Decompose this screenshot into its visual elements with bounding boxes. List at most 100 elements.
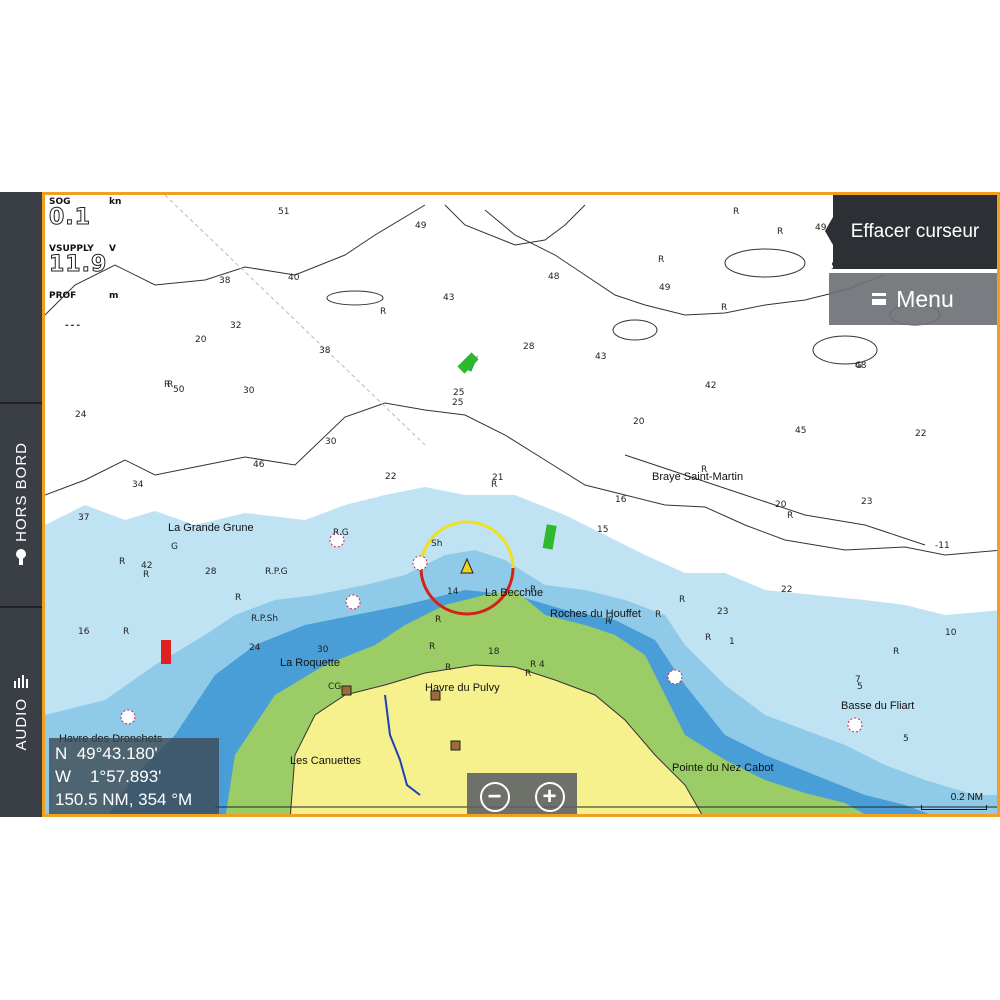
depth-sounding: R: [893, 647, 900, 657]
depth-sounding: R: [705, 633, 712, 643]
depth-sounding: 34: [132, 480, 144, 490]
depth-sounding: 5: [903, 734, 909, 744]
depth-sounding: R: [530, 660, 537, 670]
depth-sounding: 16: [78, 627, 90, 637]
depth-sounding: 30: [243, 386, 255, 396]
outboard-motor-icon: [16, 548, 26, 565]
tab-hors-bord[interactable]: HORS BORD: [0, 404, 42, 604]
chart-symbol-label: G: [171, 542, 178, 552]
depth-sounding: R: [525, 669, 532, 679]
chart-symbol-label: R.P.G: [265, 567, 288, 577]
depth-sounding: 43: [443, 293, 455, 303]
sog-readout: SOG kn 0.1: [49, 197, 122, 231]
depth-sounding: 32: [230, 321, 242, 331]
red-current-arrow: [161, 640, 171, 664]
depth-sounding: 22: [385, 472, 397, 482]
depth-sounding: 4: [539, 660, 545, 670]
buoy-marker: [847, 717, 863, 733]
latitude-text: N 49°43.180': [55, 744, 158, 763]
menu-button[interactable]: Menu: [829, 273, 997, 325]
buoy-marker: [412, 555, 428, 571]
audio-bars-icon: [14, 675, 28, 689]
depth-sounding: R: [445, 663, 452, 673]
depth-sounding: R: [235, 593, 242, 603]
depth-sounding: R: [721, 303, 728, 313]
depth-contour: [444, 204, 586, 246]
depth-sounding: 10: [945, 628, 957, 638]
depth-sounding: 16: [615, 495, 627, 505]
depth-sounding: 38: [219, 276, 231, 286]
depth-sounding: 22: [915, 429, 927, 439]
depth-sounding: 38: [319, 346, 331, 356]
prof-value: ---: [65, 319, 82, 331]
depth-sounding: 18: [488, 647, 500, 657]
navigation-line: [164, 195, 426, 446]
chart-symbol-label: CG: [328, 682, 342, 692]
depth-sounding: R: [679, 595, 686, 605]
chart-symbol-label: R.G: [333, 528, 349, 538]
depth-sounding: 5: [857, 682, 863, 692]
depth-sounding: R: [655, 610, 662, 620]
depth-sounding: 46: [253, 460, 265, 470]
scale-bar: [921, 805, 987, 810]
depth-sounding: 24: [75, 410, 87, 420]
depth-sounding: R: [119, 557, 126, 567]
depth-sounding: 42: [705, 381, 717, 391]
depth-sounding: 50: [173, 385, 185, 395]
depth-sounding: 7: [608, 616, 614, 626]
depth-sounding: R: [701, 465, 708, 475]
islet-shape: [812, 335, 878, 365]
islet-shape: [724, 248, 806, 278]
depth-sounding: R: [777, 227, 784, 237]
left-sidebar: HORS BORD AUDIO: [0, 192, 42, 817]
green-current-arrow: [457, 352, 479, 374]
depth-sounding: 45: [795, 426, 807, 436]
vsupply-unit: V: [109, 244, 116, 254]
depth-sounding: 28: [523, 342, 535, 352]
depth-sounding: 21: [492, 473, 504, 483]
depth-sounding: R: [123, 627, 130, 637]
depth-sounding: 1: [729, 637, 735, 647]
place-name-label: Braye Saint-Martin: [652, 471, 744, 483]
chart-symbol-label: R.P.Sh: [251, 614, 279, 624]
depth-sounding: 48: [548, 272, 560, 282]
depth-sounding: R: [787, 511, 794, 521]
buoy-marker: [120, 709, 136, 725]
depth-sounding: 25: [453, 388, 465, 398]
depth-sounding: 30: [325, 437, 337, 447]
cursor-position-box: N 49°43.180' W 1°57.893' 150.5 NM, 354 °…: [49, 738, 219, 814]
buoy-marker: [667, 669, 683, 685]
range-bearing-text: 150.5 NM, 354 °M: [55, 790, 193, 809]
sog-unit: kn: [109, 197, 122, 207]
depth-sounding: 30: [317, 645, 329, 655]
depth-sounding: 22: [781, 585, 793, 595]
chart-symbol-label: -11: [935, 541, 950, 551]
depth-sounding: R: [530, 585, 537, 595]
tab-audio-label: AUDIO: [12, 698, 30, 751]
nautical-chart[interactable]: La Grande Grune Braye Saint-Martin La Becc…: [42, 192, 1000, 817]
zoom-out-button[interactable]: −: [479, 781, 510, 812]
depth-sounding: 14: [447, 587, 459, 597]
clear-cursor-button[interactable]: Effacer curseur: [825, 195, 997, 269]
depth-sounding: R: [164, 380, 171, 390]
depth-sounding: 28: [205, 567, 217, 577]
depth-sounding: R: [429, 642, 436, 652]
place-name-label: La Roquette: [280, 657, 340, 669]
building-marker: [450, 740, 461, 751]
prof-unit: m: [109, 291, 119, 301]
tab-audio[interactable]: AUDIO: [0, 608, 42, 817]
vsupply-value: 11.9: [48, 252, 108, 278]
place-name-label: Les Canuettes: [290, 755, 361, 767]
depth-sounding: 40: [288, 273, 300, 283]
depth-sounding: 23: [717, 607, 729, 617]
place-name-label: Pointe du Nez Cabot: [672, 762, 774, 774]
depth-sounding: 24: [249, 643, 261, 653]
depth-sounding: R: [380, 307, 387, 317]
zoom-in-button[interactable]: +: [534, 781, 565, 812]
prof-readout: PROF m: [49, 291, 118, 301]
sog-value: 0.1: [49, 205, 91, 231]
place-name-label: La Grande Grune: [168, 522, 254, 534]
tab-hors-bord-label: HORS BORD: [12, 442, 30, 542]
depth-sounding: R: [658, 255, 665, 265]
depth-sounding: 20: [633, 417, 645, 427]
